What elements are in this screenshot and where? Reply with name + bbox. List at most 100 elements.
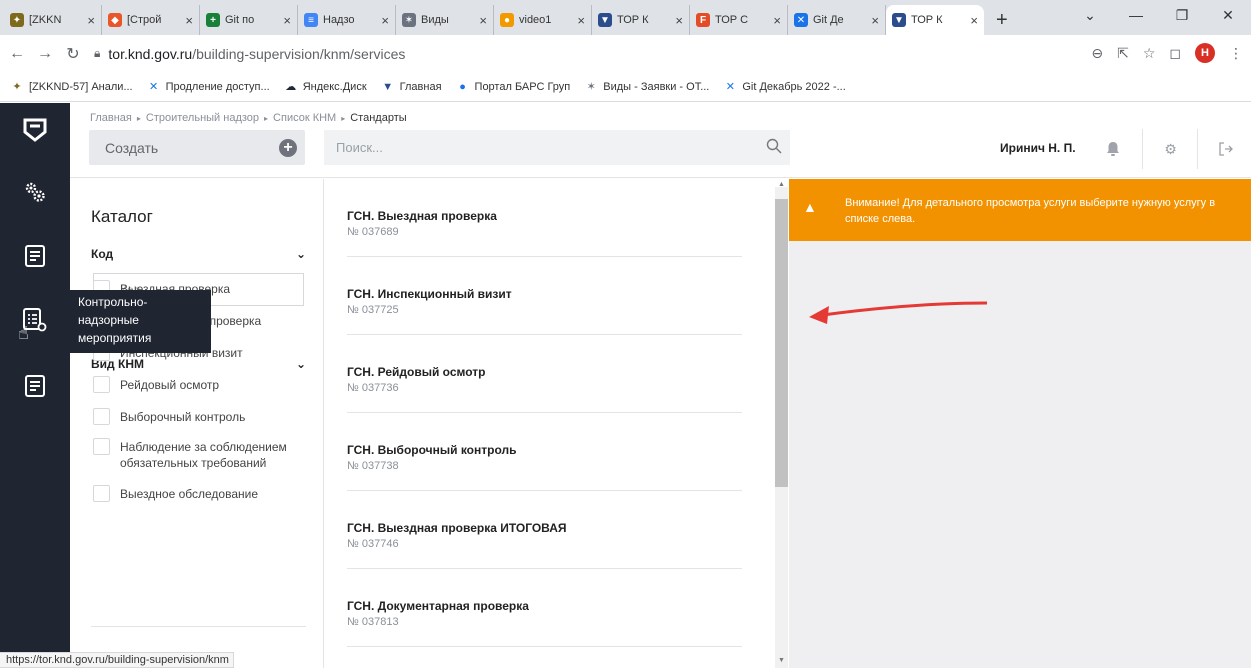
bookmark-label: Git Декабрь 2022 -...	[742, 80, 846, 93]
filter-label: Рейдовый осмотр	[120, 378, 220, 392]
minimize-button[interactable]: —	[1113, 0, 1159, 30]
cloud-icon: ☁	[285, 81, 297, 93]
knm-type-filter[interactable]: Наблюдение за соблюдением обязательных т…	[93, 438, 298, 471]
back-icon[interactable]: ←	[6, 45, 28, 63]
breadcrumb-knm-list[interactable]: Список КНМ	[273, 112, 336, 124]
tab-label: [ZKKN	[29, 14, 62, 26]
close-tab-icon[interactable]: ×	[479, 13, 487, 28]
bookmark-item[interactable]: ▼ Главная	[381, 80, 442, 93]
checkbox[interactable]	[93, 376, 110, 393]
create-button[interactable]: Создать +	[89, 130, 305, 165]
user-name[interactable]: Иринич Н. П.	[1000, 141, 1076, 155]
tab-favicon-icon: ▼	[598, 13, 612, 27]
service-number: № 037813	[347, 616, 399, 628]
menu-icon[interactable]: ⋮	[1229, 45, 1243, 62]
left-nav: ☝	[0, 103, 70, 668]
checkbox[interactable]	[93, 438, 110, 455]
scroll-down-icon[interactable]: ▼	[775, 657, 788, 664]
search-input[interactable]: Поиск...	[324, 130, 790, 165]
list-scrollbar-thumb[interactable]	[775, 199, 788, 487]
sidepanel-icon[interactable]: ◻	[1169, 45, 1181, 62]
service-list-item[interactable]: ГСН. Документарная проверка № 037813	[347, 569, 742, 647]
bookmark-item[interactable]: ✦ [ZKKND-57] Анали...	[10, 80, 133, 94]
bookmark-star-icon[interactable]: ☆	[1143, 45, 1156, 62]
bookmark-item[interactable]: ● Портал БАРС Груп	[456, 81, 570, 93]
knm-type-filter[interactable]: Выездное обследование	[93, 485, 298, 502]
tab-favicon-icon: ◆	[108, 13, 122, 27]
logo-icon[interactable]	[0, 107, 70, 153]
knm-list-icon[interactable]: ☝	[0, 299, 70, 345]
gear-icon[interactable]: ⚙	[1142, 129, 1198, 169]
hand-cursor-icon: ☝	[18, 323, 29, 343]
zoom-icon[interactable]: ⊖	[1091, 45, 1103, 62]
browser-tab[interactable]: + Git по ×	[200, 5, 298, 35]
new-tab-button[interactable]: +	[984, 5, 1020, 35]
bookmark-label: [ZKKND-57] Анали...	[29, 80, 133, 93]
browser-tab[interactable]: ◆ [Строй ×	[102, 5, 200, 35]
scroll-up-icon[interactable]: ▲	[775, 181, 788, 188]
bookmark-item[interactable]: ✶ Виды - Заявки - ОТ...	[584, 81, 710, 94]
close-tab-icon[interactable]: ×	[185, 13, 193, 28]
checkbox[interactable]	[93, 408, 110, 425]
service-number: № 037746	[347, 538, 399, 550]
breadcrumb-building-supervision[interactable]: Строительный надзор	[146, 112, 259, 124]
close-tab-icon[interactable]: ×	[577, 13, 585, 28]
browser-tab[interactable]: ≡ Надзо ×	[298, 5, 396, 35]
close-tab-icon[interactable]: ×	[87, 13, 95, 28]
share-icon[interactable]: ⇱	[1117, 45, 1129, 62]
bookmark-label: Главная	[399, 80, 442, 93]
tor-icon: ▼	[382, 80, 394, 93]
checkbox[interactable]	[93, 485, 110, 502]
tab-favicon-icon: ✶	[402, 13, 416, 27]
service-list-item[interactable]: ГСН. Выездная проверка № 037689	[347, 179, 742, 257]
close-tab-icon[interactable]: ×	[675, 13, 683, 28]
tab-search-icon[interactable]: ⌄	[1067, 0, 1113, 30]
logout-icon[interactable]	[1197, 129, 1251, 169]
bookmark-item[interactable]: ✕ Git Декабрь 2022 -...	[723, 80, 846, 94]
close-window-button[interactable]: ✕	[1205, 0, 1251, 30]
reload-icon[interactable]: ↻	[62, 44, 84, 64]
forward-icon[interactable]: →	[34, 45, 56, 63]
tab-favicon-icon: ✕	[794, 13, 808, 27]
service-list-item[interactable]: ГСН. Рейдовый осмотр № 037736	[347, 335, 742, 413]
breadcrumb: Главная ▸ Строительный надзор ▸ Список К…	[90, 112, 407, 124]
app: ☝ Контрольно-надзорные мероприятия Главн…	[0, 103, 1251, 668]
catalog-panel: Каталог Код ⌄ Код Вид КНМ ⌄ Выездная про…	[70, 179, 324, 668]
restore-button[interactable]: ❐	[1159, 0, 1205, 30]
close-tab-icon[interactable]: ×	[871, 13, 879, 28]
browser-tab[interactable]: ✕ Git Де ×	[788, 5, 886, 35]
service-list-item[interactable]: ГСН. Инспекционный визит № 037725	[347, 257, 742, 335]
knm-type-filter[interactable]: Рейдовый осмотр	[93, 376, 298, 393]
profile-avatar[interactable]: Н	[1195, 43, 1215, 63]
url-input[interactable]: 🔒︎ tor.knd.gov.ru/building-supervision/k…	[94, 40, 1094, 68]
bookmark-item[interactable]: ☁ Яндекс.Диск	[284, 81, 366, 94]
settings-gears-icon[interactable]	[0, 169, 70, 215]
close-tab-icon[interactable]: ×	[283, 13, 291, 28]
browser-tab[interactable]: ● video1 ×	[494, 5, 592, 35]
close-tab-icon[interactable]: ×	[381, 13, 389, 28]
close-tab-icon[interactable]: ×	[773, 13, 781, 28]
search-placeholder: Поиск...	[336, 140, 383, 155]
browser-tab[interactable]: ▼ ТОР К ×	[886, 5, 984, 35]
bookmarks-bar: ✦ [ZKKND-57] Анали... ✕ Продление доступ...…	[0, 72, 1251, 102]
knm-type-filter[interactable]: Выборочный контроль	[93, 408, 298, 425]
lock-icon: 🔒︎	[94, 46, 101, 60]
browser-tab[interactable]: ▼ ТОР К ×	[592, 5, 690, 35]
service-list-item[interactable]: ГСН. Выездная проверка ИТОГОВАЯ № 037746	[347, 491, 742, 569]
report-icon[interactable]	[0, 363, 70, 409]
browser-tab[interactable]: ✦ [ZKKN ×	[4, 5, 102, 35]
service-list-item[interactable]: ГСН. Выборочный контроль № 037738	[347, 413, 742, 491]
close-tab-icon[interactable]: ×	[970, 13, 978, 28]
breadcrumb-home[interactable]: Главная	[90, 112, 132, 124]
bookmark-item[interactable]: ✕ Продление доступ...	[147, 81, 270, 94]
service-list: ГСН. Выездная проверка № 037689 ГСН. Инспе…	[325, 179, 788, 668]
bell-icon[interactable]	[1085, 129, 1141, 169]
browser-tab[interactable]: ✶ Виды ×	[396, 5, 494, 35]
search-icon[interactable]	[766, 138, 782, 157]
document-icon[interactable]	[0, 233, 70, 279]
red-arrow-annotation	[809, 301, 988, 324]
filter-label: Выборочный контроль	[120, 410, 246, 424]
breadcrumb-separator-icon: ▸	[136, 113, 141, 123]
code-section-header[interactable]: Код ⌄	[91, 247, 306, 261]
browser-tab[interactable]: F ТОР С ×	[690, 5, 788, 35]
